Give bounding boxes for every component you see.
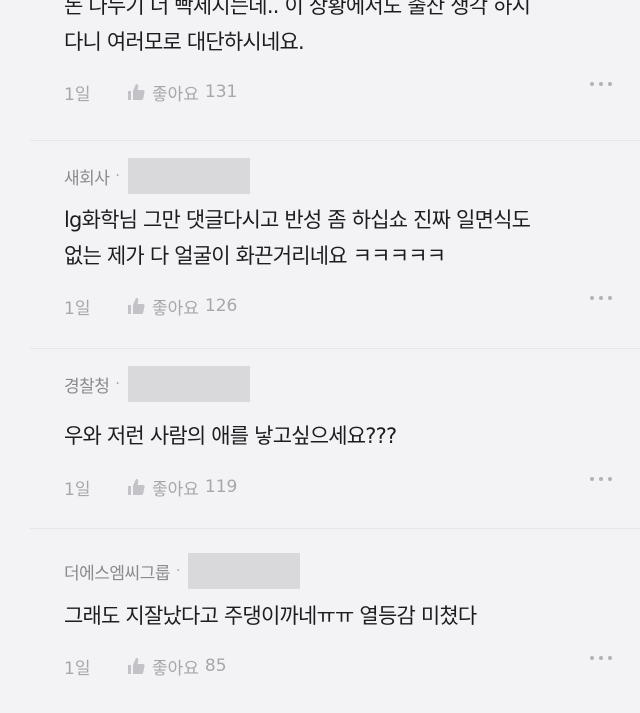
thumbs-up-icon <box>128 84 145 100</box>
more-options-icon[interactable] <box>590 82 612 86</box>
comment-date: 1일 <box>64 298 91 319</box>
thumbs-up-icon <box>128 658 145 674</box>
like-label: 좋아요 <box>152 479 199 500</box>
comment-date: 1일 <box>64 84 91 105</box>
comment-author-row: 더에스엠씨그룹 · <box>64 553 301 589</box>
comment-author[interactable]: 새회사 <box>64 164 110 189</box>
separator-dot: · <box>115 376 120 392</box>
comment-text: lg화학님 그만 댓글다시고 반성 좀 하십쇼 진짜 일면식도 없는 제가 다 … <box>64 202 616 274</box>
like-label: 좋아요 <box>152 658 199 679</box>
comment-text: 그래도 지잘났다고 주댕이까네ㅠㅠ 열등감 미쳤다 <box>64 598 616 634</box>
redacted-block <box>188 553 301 589</box>
like-count: 126 <box>204 296 238 316</box>
divider <box>30 528 640 529</box>
thumbs-up-icon <box>128 298 145 314</box>
divider <box>30 140 640 141</box>
more-options-icon[interactable] <box>590 656 612 660</box>
divider <box>30 348 640 349</box>
like-label: 좋아요 <box>152 298 199 319</box>
comment-author[interactable]: 경찰청 <box>64 372 110 397</box>
comment-text-line: 다니 여러모로 대단하시네요. <box>64 30 305 54</box>
like-button[interactable]: 좋아요 119 <box>126 475 237 500</box>
like-count: 119 <box>204 477 238 497</box>
more-options-icon[interactable] <box>590 296 612 300</box>
comment-date: 1일 <box>64 658 91 679</box>
like-count: 85 <box>204 656 227 676</box>
redacted-block <box>127 366 250 402</box>
like-button[interactable]: 좋아요 85 <box>126 654 227 679</box>
thumbs-up-icon <box>128 479 145 495</box>
comment-text: 우와 저런 사람의 애를 낳고싶으세요??? <box>64 418 616 454</box>
comment-text: 돈 나누기 너 빡세지는데.. 이 상황에서도 출산 생각 하시 다니 여러모로… <box>64 0 616 60</box>
more-options-icon[interactable] <box>590 477 612 481</box>
comment-date: 1일 <box>64 479 91 500</box>
like-button[interactable]: 좋아요 126 <box>126 294 237 319</box>
comment-text-line: 그래도 지잘났다고 주댕이까네ㅠㅠ 열등감 미쳤다 <box>64 604 477 628</box>
comment-meta: 1일 좋아요 131 <box>64 80 612 105</box>
comment-text-line: 없는 제가 다 얼굴이 화끈거리네요 ㅋㅋㅋㅋㅋ <box>64 244 446 268</box>
comment-text-line: 우와 저런 사람의 애를 낳고싶으세요??? <box>64 424 397 448</box>
like-button[interactable]: 좋아요 131 <box>126 80 237 105</box>
comment-text-line: lg화학님 그만 댓글다시고 반성 좀 하십쇼 진짜 일면식도 <box>64 208 531 232</box>
separator-dot: · <box>175 563 181 579</box>
like-count: 131 <box>204 82 238 102</box>
comment-author[interactable]: 더에스엠씨그룹 <box>64 559 170 584</box>
comment-meta: 1일 좋아요 85 <box>64 654 612 679</box>
separator-dot: · <box>115 168 120 184</box>
comment-author-row: 경찰청 · <box>64 366 250 402</box>
comment-meta: 1일 좋아요 119 <box>64 475 612 500</box>
comment-meta: 1일 좋아요 126 <box>64 294 612 319</box>
comment-author-row: 새회사 · <box>64 158 250 194</box>
redacted-block <box>127 158 250 194</box>
like-label: 좋아요 <box>152 84 199 105</box>
comment-feed: 돈 나누기 너 빡세지는데.. 이 상황에서도 출산 생각 하시 다니 여러모로… <box>0 0 640 713</box>
comment-text-line: 돈 나누기 너 빡세지는데.. 이 상황에서도 출산 생각 하시 <box>64 0 531 18</box>
